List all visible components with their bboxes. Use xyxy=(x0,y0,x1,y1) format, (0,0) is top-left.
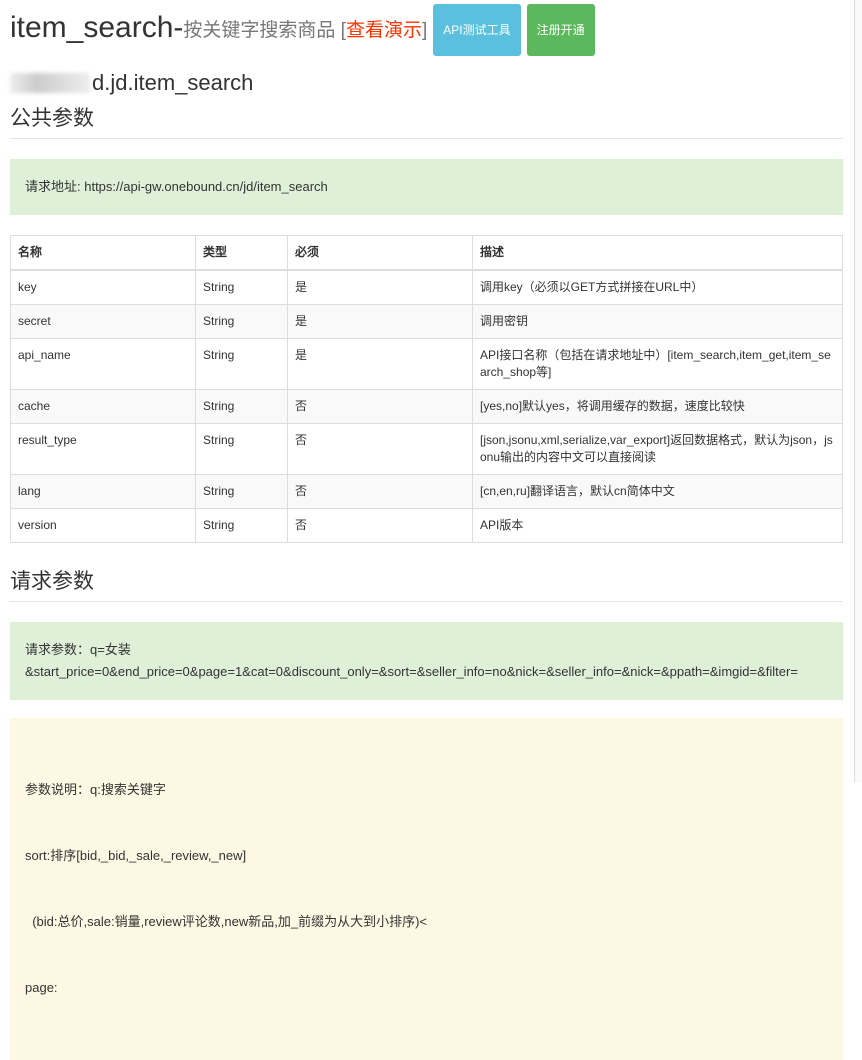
table-cell: String xyxy=(195,338,288,390)
table-cell: [yes,no]默认yes，将调用缓存的数据，速度比较快 xyxy=(472,389,843,424)
table-cell: API接口名称（包括在请求地址中）[item_search,item_get,i… xyxy=(472,338,843,390)
table-cell: [cn,en,ru]翻译语言，默认cn简体中文 xyxy=(472,474,843,509)
request-params-heading: 请求参数 xyxy=(10,565,843,602)
table-cell: String xyxy=(195,423,288,475)
column-header: 类型 xyxy=(195,235,288,271)
table-cell: 否 xyxy=(287,474,473,509)
table-cell: 调用key（必须以GET方式拼接在URL中） xyxy=(472,269,843,305)
request-params-box: 请求参数：q=女装 &start_price=0&end_price=0&pag… xyxy=(10,622,843,700)
table-cell: String xyxy=(195,389,288,424)
table-cell: result_type xyxy=(10,423,196,475)
table-row: result_type String 否 [json,jsonu,xml,serial… xyxy=(10,423,843,475)
demo-link[interactable]: 查看演示 xyxy=(346,20,422,41)
table-cell: api_name xyxy=(10,338,196,390)
params-table: 名称 类型 必须 描述 key String 是调用key（必须以GET方式拼接在URL中… xyxy=(10,235,843,543)
request-line: &start_price=0&end_price=0&page=1&cat=0&… xyxy=(25,664,798,679)
page-title: item_search- 按关键字搜索商品 [查看演示] API测试工具 注册开… xyxy=(10,0,843,56)
public-params-heading: 公共参数 xyxy=(10,102,843,139)
table-cell: String xyxy=(195,304,288,339)
api-name-text: d.jd.item_search xyxy=(92,70,254,95)
table-cell: key xyxy=(10,269,196,305)
table-cell: 否 xyxy=(287,423,473,475)
table-cell: 否 xyxy=(287,508,473,543)
table-cell: version xyxy=(10,508,196,543)
title-text: item_search- xyxy=(10,11,184,44)
table-row: cache String 否 [yes,no]默认yes，将调用缓存的数据，速度比较快 xyxy=(10,389,843,424)
explain-line: sort:排序[bid,_bid,_sale,_review,_new] xyxy=(25,848,247,863)
request-url: 请求地址: https://api-gw.onebound.cn/jd/item… xyxy=(10,159,843,215)
table-cell: cache xyxy=(10,389,196,424)
request-line: 请求参数：q=女装 xyxy=(25,642,131,657)
table-cell: 是 xyxy=(287,269,473,305)
page-content: item_search- 按关键字搜索商品 [查看演示] API测试工具 注册开… xyxy=(10,0,843,1060)
scrollbar[interactable] xyxy=(854,0,862,783)
table-cell: String xyxy=(195,508,288,543)
table-cell: 是 xyxy=(287,338,473,390)
table-cell: String xyxy=(195,269,288,305)
redacted-blur xyxy=(10,73,90,93)
table-cell: 是 xyxy=(287,304,473,339)
table-cell: secret xyxy=(10,304,196,339)
api-name: d.jd.item_search xyxy=(10,70,843,96)
table-row: lang String 否 [cn,en,ru]翻译语言，默认cn简体中文 xyxy=(10,474,843,509)
param-explain-box: 参数说明：q:搜索关键字 sort:排序[bid,_bid,_sale,_rev… xyxy=(10,718,843,1060)
column-header: 名称 xyxy=(10,235,196,271)
bracket: ] xyxy=(421,20,428,41)
api-test-button[interactable]: API测试工具 xyxy=(433,4,521,56)
subtitle: 按关键字搜索商品 [查看演示] xyxy=(183,12,427,50)
table-row: version String 否 API版本 xyxy=(10,508,843,543)
table-row: secret String 是调用密钥 xyxy=(10,304,843,339)
column-header: 必须 xyxy=(287,235,473,271)
subtitle-text: 按关键字搜索商品 [ xyxy=(183,20,346,41)
table-cell: API版本 xyxy=(472,508,843,543)
table-cell: 调用密钥 xyxy=(472,304,843,339)
table-row: key String 是调用key（必须以GET方式拼接在URL中） xyxy=(10,269,843,305)
explain-line: 参数说明：q:搜索关键字 xyxy=(25,782,166,797)
register-button[interactable]: 注册开通 xyxy=(526,4,595,56)
table-cell: [json,jsonu,xml,serialize,var_export]返回数… xyxy=(472,423,843,475)
explain-line: (bid:总价,sale:销量,review评论数,new新品,加_前缀为从大到… xyxy=(25,914,427,929)
column-header: 描述 xyxy=(472,235,843,271)
explain-line: page: xyxy=(25,980,58,995)
table-cell: String xyxy=(195,474,288,509)
table-cell: 否 xyxy=(287,389,473,424)
table-cell: lang xyxy=(10,474,196,509)
table-row: api_name String 是 API接口名称（包括在请求地址中）[item_se… xyxy=(10,338,843,390)
